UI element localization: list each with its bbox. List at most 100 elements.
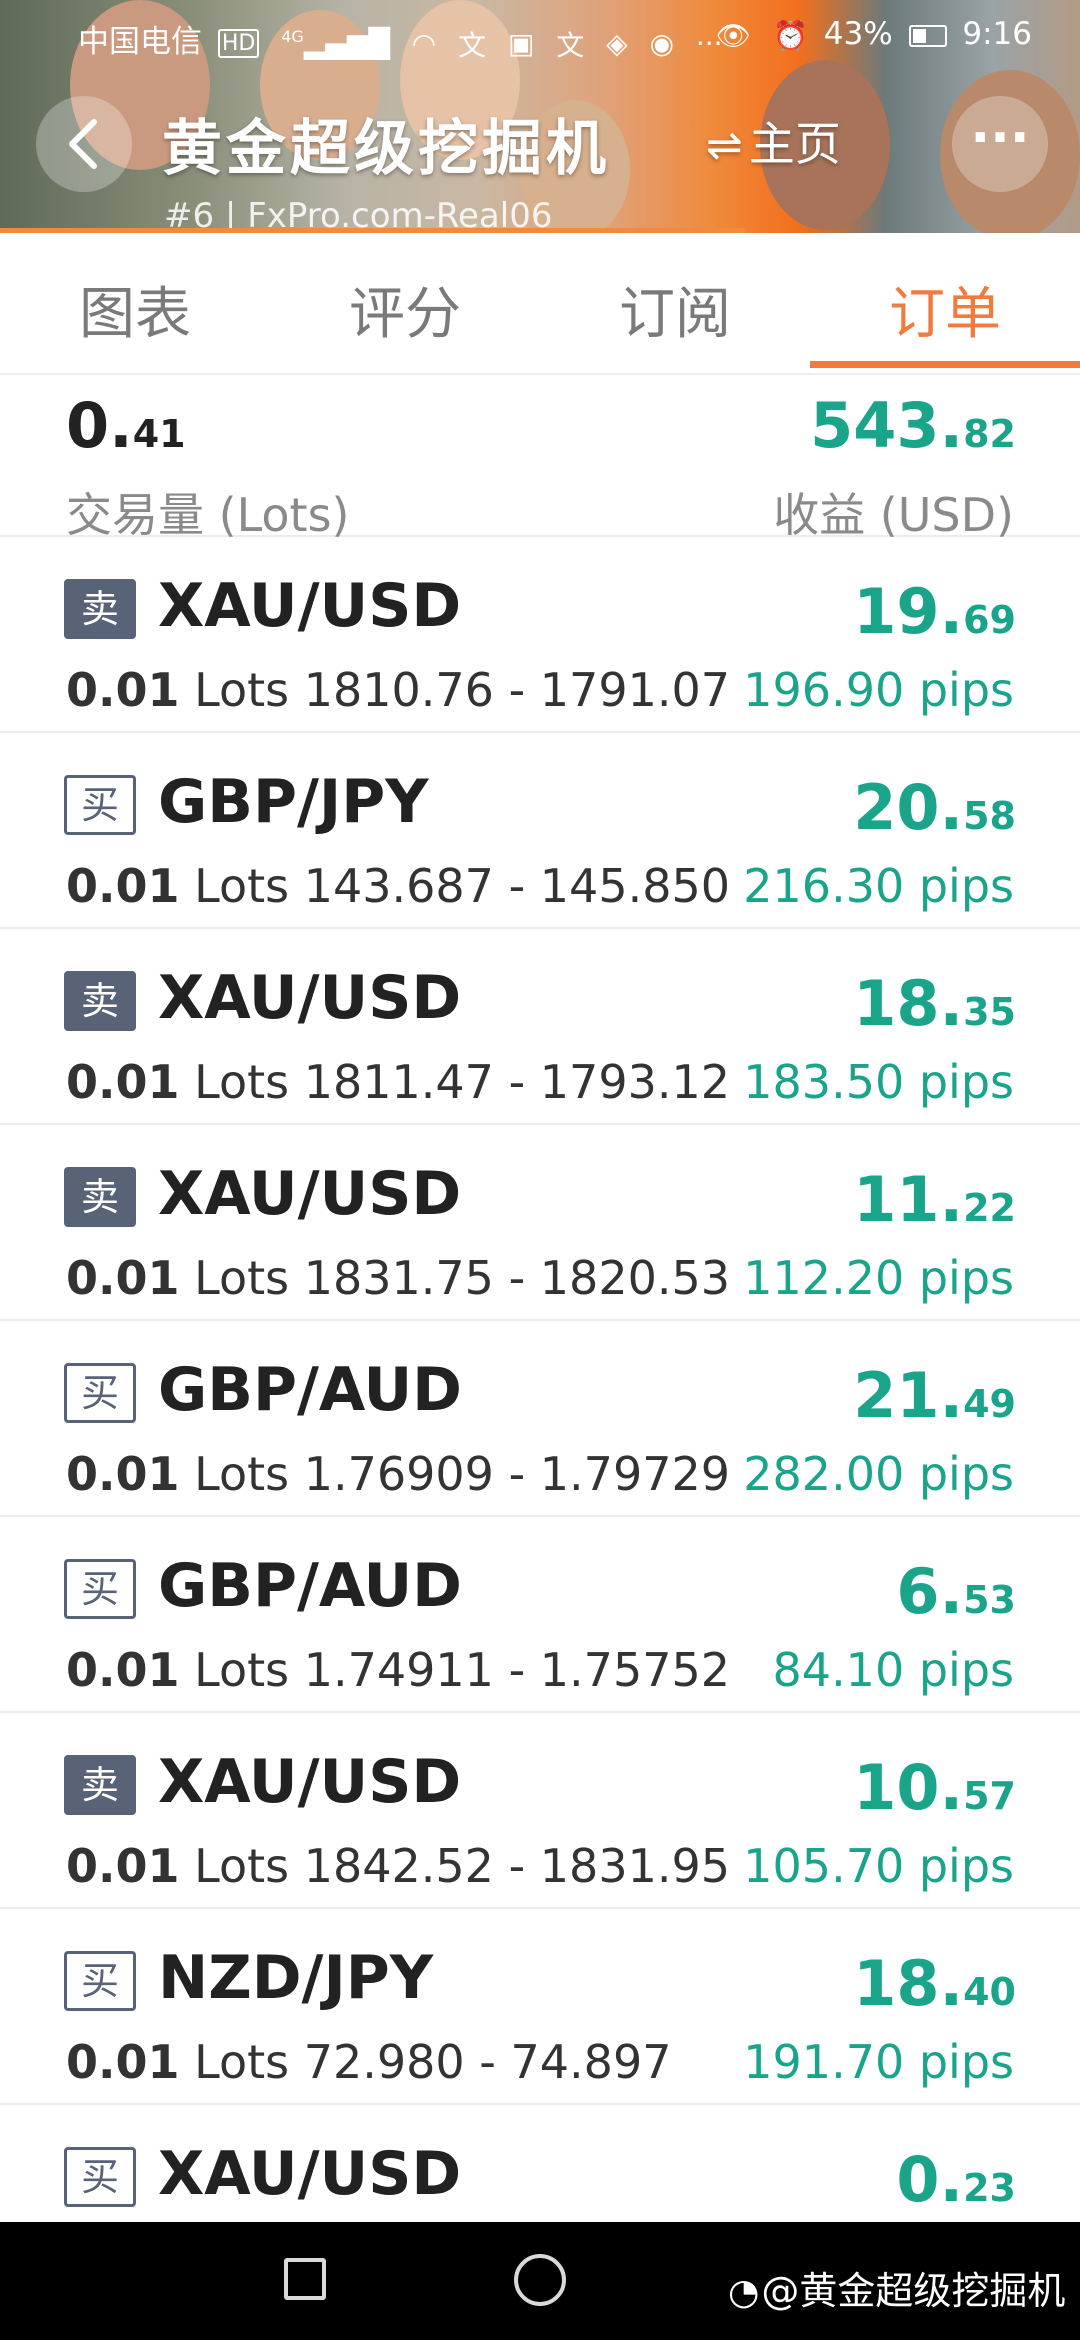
order-symbol: GBP/JPY [158,767,429,837]
total-profit-int: 543. [810,389,964,462]
order-price-range: 1831.75 - 1820.53 [303,1251,731,1305]
order-pips: 183.50 pips [743,1055,1014,1109]
order-profit: 0.23 [896,2143,1016,2216]
order-pips: 191.70 pips [743,2035,1014,2089]
book-icon: ▣ [507,27,535,60]
order-profit-dec: 69 [963,598,1016,642]
total-lots: 0.41 [66,389,186,462]
app-notification-icon: 文 [458,28,487,62]
home-label: 主页 [748,117,841,171]
order-row[interactable]: 卖 XAU/USD 10.57 0.01 Lots 1842.52 - 1831… [0,1713,1080,1909]
order-detail: 0.01 Lots 1.74911 - 1.75752 [66,1643,730,1697]
order-lots: 0.01 [66,663,180,717]
app-notification-icon: ◉ [649,27,674,60]
order-lots: 0.01 [66,1643,180,1697]
order-lots-unit: Lots [194,1251,290,1305]
order-profit-int: 18. [853,967,964,1040]
order-detail: 0.01 Lots 1842.52 - 1831.95 [66,1839,730,1893]
order-symbol: NZD/JPY [158,1943,434,2013]
order-profit-int: 21. [853,1359,964,1432]
order-lots: 0.01 [66,1055,180,1109]
page-title: 黄金超级挖掘机 [162,114,610,184]
order-profit-dec: 53 [963,1578,1016,1622]
order-detail: 0.01 Lots 72.980 - 74.897 [66,2035,671,2089]
order-profit-dec: 35 [963,990,1016,1034]
order-symbol: XAU/USD [158,2139,462,2209]
tab-rating[interactable]: 评分 [270,269,540,350]
status-left: 中国电信 HD 4G▂▄▆█ ◠ 文 ▣ 文 ◈ ◉ ··· [78,16,729,64]
order-profit: 11.22 [853,1163,1016,1236]
recent-apps-button[interactable] [284,2258,326,2300]
order-detail: 0.01 Lots 1810.76 - 1791.07 [66,663,730,717]
more-options-button[interactable]: ··· [952,96,1048,192]
order-lots-unit: Lots [194,1643,290,1697]
total-lots-int: 0. [66,389,133,462]
order-row[interactable]: 卖 XAU/USD 11.22 0.01 Lots 1831.75 - 1820… [0,1125,1080,1321]
watermark: ◔@黄金超级挖掘机 [728,2260,1065,2315]
order-lots-unit: Lots [194,859,290,913]
order-pips: 84.10 pips [772,1643,1014,1697]
order-lots: 0.01 [66,859,180,913]
back-button[interactable] [36,96,132,192]
order-symbol: GBP/AUD [158,1355,462,1425]
order-price-range: 1842.52 - 1831.95 [303,1839,731,1893]
order-detail: 0.01 Lots 143.687 - 145.850 [66,859,730,913]
order-symbol: XAU/USD [158,1747,462,1817]
side-badge: 卖 [64,1167,136,1227]
header-banner: 中国电信 HD 4G▂▄▆█ ◠ 文 ▣ 文 ◈ ◉ ··· 👁 ⏰ 43% 9… [0,0,1080,233]
order-profit-int: 18. [853,1947,964,2020]
order-row[interactable]: 卖 XAU/USD 18.35 0.01 Lots 1811.47 - 1793… [0,929,1080,1125]
side-badge: 卖 [64,1755,136,1815]
watermark-text: @黄金超级挖掘机 [761,2269,1066,2313]
order-profit-dec: 23 [963,2166,1016,2210]
tab-chart[interactable]: 图表 [0,269,270,350]
home-nav-button[interactable] [514,2254,566,2306]
total-profit: 543.82 [810,389,1016,462]
status-bar: 中国电信 HD 4G▂▄▆█ ◠ 文 ▣ 文 ◈ ◉ ··· 👁 ⏰ 43% 9… [0,0,1080,72]
order-pips: 105.70 pips [743,1839,1014,1893]
system-nav-bar: ◔@黄金超级挖掘机 [0,2222,1080,2340]
order-profit: 18.40 [853,1947,1016,2020]
order-profit-int: 11. [853,1163,964,1236]
order-row[interactable]: 买 NZD/JPY 18.40 0.01 Lots 72.980 - 74.89… [0,1909,1080,2105]
order-profit-int: 0. [896,2143,964,2216]
eye-icon: 👁 [715,19,752,52]
order-profit-int: 19. [853,575,964,648]
wifi-icon: ◠ [411,27,437,60]
order-symbol: XAU/USD [158,1159,462,1229]
order-profit-dec: 22 [963,1186,1016,1230]
battery-icon [908,24,947,47]
browser-icon: ◈ [606,27,628,60]
weibo-logo-icon: ◔ [728,2272,760,2313]
order-row[interactable]: 买 GBP/AUD 6.53 0.01 Lots 1.74911 - 1.757… [0,1517,1080,1713]
order-symbol: XAU/USD [158,571,462,641]
order-row[interactable]: 买 GBP/JPY 20.58 0.01 Lots 143.687 - 145.… [0,733,1080,929]
tab-orders[interactable]: 订单 [810,269,1080,350]
order-price-range: 1.76909 - 1.79729 [303,1447,731,1501]
order-lots: 0.01 [66,2035,180,2089]
order-lots-unit: Lots [194,663,290,717]
order-lots: 0.01 [66,1447,180,1501]
order-profit-dec: 49 [963,1382,1016,1426]
order-detail: 0.01 Lots 1811.47 - 1793.12 [66,1055,730,1109]
alarm-icon: ⏰ [773,19,808,52]
order-profit-dec: 58 [963,794,1016,838]
order-row[interactable]: 买 GBP/AUD 21.49 0.01 Lots 1.76909 - 1.79… [0,1321,1080,1517]
order-row[interactable]: 卖 XAU/USD 19.69 0.01 Lots 1810.76 - 1791… [0,537,1080,733]
tab-subscribe[interactable]: 订阅 [540,269,810,350]
order-lots: 0.01 [66,1839,180,1893]
home-button[interactable]: ⇌ 主页 [706,108,841,180]
order-profit: 20.58 [853,771,1016,844]
chevron-left-icon [69,119,97,169]
side-badge: 买 [64,1951,136,2011]
order-symbol: GBP/AUD [158,1551,462,1621]
side-badge: 买 [64,1559,136,1619]
more-icon: ··· [970,108,1030,168]
order-pips: 282.00 pips [743,1447,1014,1501]
total-profit-dec: 82 [963,412,1016,456]
network-label: 4G [281,27,304,46]
order-lots-unit: Lots [194,1055,290,1109]
order-pips: 216.30 pips [743,859,1014,913]
order-profit: 21.49 [853,1359,1016,1432]
order-profit: 18.35 [853,967,1016,1040]
